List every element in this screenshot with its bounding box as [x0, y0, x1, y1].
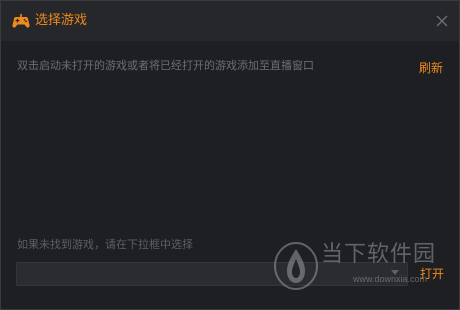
dialog-title: 选择游戏: [35, 13, 88, 28]
fallback-hint: 如果未找到游戏，请在下拉框中选择: [17, 238, 193, 251]
watermark-url: www.downxia.com: [353, 274, 428, 284]
watermark-brand: 当下软件园: [321, 242, 437, 267]
game-list-hint: 双击启动未打开的游戏或者将已经打开的游戏添加至直播窗口: [17, 59, 314, 72]
select-game-dialog: 选择游戏 双击启动未打开的游戏或者将已经打开的游戏添加至直播窗口 刷新 如果未找…: [0, 0, 460, 310]
downxia-logo-icon: [273, 241, 319, 291]
gamepad-icon: [12, 14, 30, 28]
game-list-area[interactable]: [11, 81, 449, 226]
title-bar[interactable]: 选择游戏: [1, 1, 459, 41]
close-icon[interactable]: [433, 12, 451, 30]
watermark: 当下软件园 www.downxia.com: [271, 239, 446, 295]
refresh-button[interactable]: 刷新: [419, 60, 443, 76]
